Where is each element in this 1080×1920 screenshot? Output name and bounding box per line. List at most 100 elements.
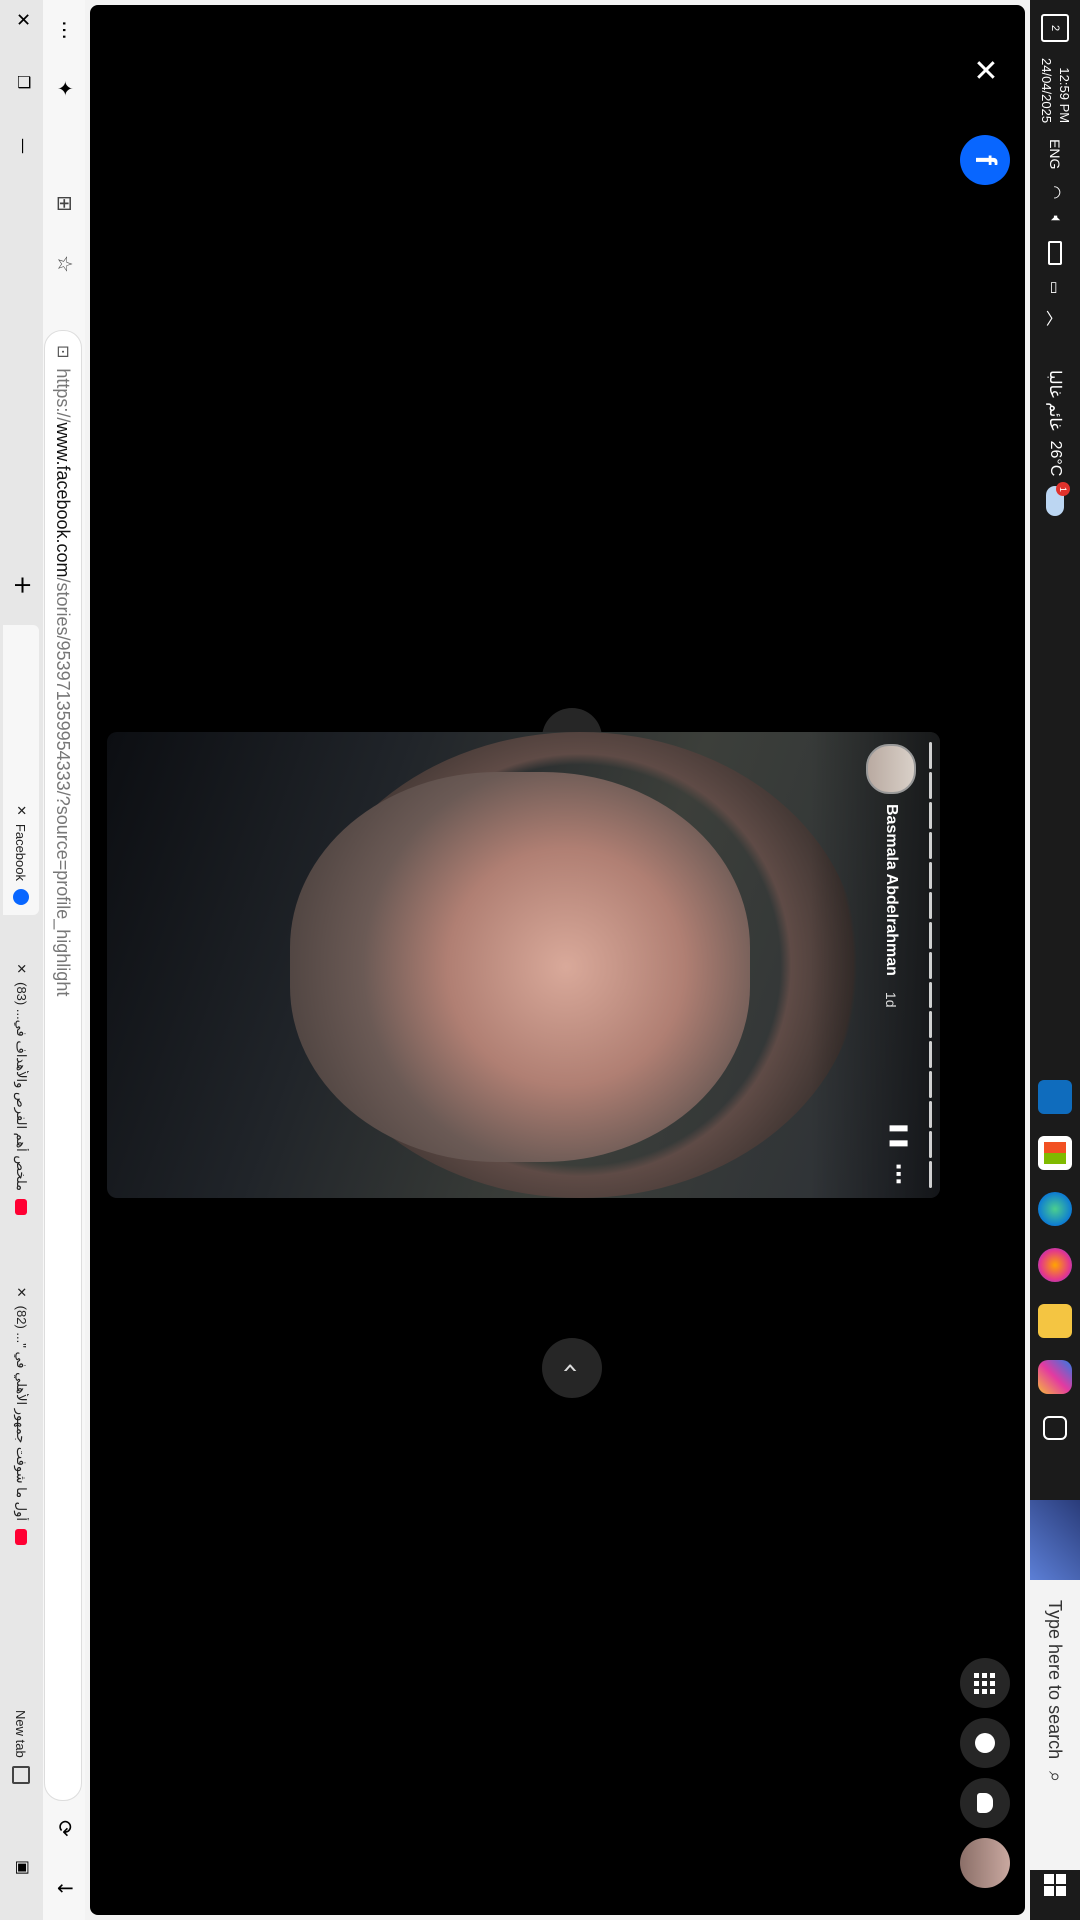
weather-temperature: 26°C — [1047, 440, 1064, 477]
progress-segment — [929, 861, 932, 889]
wifi-icon[interactable]: ◠ — [1045, 185, 1065, 199]
favorites-icon[interactable]: ☆ — [53, 255, 77, 273]
store-app-icon[interactable] — [1038, 1136, 1072, 1170]
window-restore-icon[interactable]: ❐ — [14, 75, 33, 89]
progress-segment — [929, 1131, 932, 1159]
tab-facebook[interactable]: Facebook ✕ — [3, 625, 39, 915]
facebook-f-icon: f — [969, 155, 1002, 165]
grid-icon — [974, 1672, 996, 1694]
weather-alert-badge: 1 — [1056, 482, 1070, 497]
pinned-apps — [1030, 1080, 1080, 1440]
bell-icon — [977, 1793, 993, 1813]
tab-label: أول ما شوفت جمهور الأهلي في "... (82) — [14, 1305, 29, 1521]
chevron-up-icon[interactable]: ︿ — [1043, 310, 1067, 326]
widgets-icon[interactable] — [1030, 1500, 1080, 1580]
close-icon: ✕ — [967, 57, 1003, 83]
facebook-favicon-icon — [13, 889, 29, 905]
story-controls: ❚❚ ⋯ — [885, 1121, 910, 1186]
speaker-icon[interactable]: 🔈︎ — [1046, 215, 1064, 225]
weather-widget[interactable]: غائم غالبا 26°C 1 — [1038, 370, 1072, 517]
language-indicator[interactable]: ENG — [1047, 139, 1063, 169]
url-path: /stories/953971359954333/?source=profile… — [53, 577, 74, 997]
facebook-story-viewer: f ✕ ‹ › — [90, 5, 1025, 1915]
pause-icon[interactable]: ❚❚ — [885, 1121, 910, 1151]
progress-segment — [929, 891, 932, 919]
tab-youtube-82[interactable]: أول ما شوفت جمهور الأهلي في "... (82) ✕ — [3, 1215, 39, 1555]
media-player-app-icon[interactable] — [1038, 1248, 1072, 1282]
previous-story-button[interactable]: ‹ — [542, 1338, 602, 1398]
refresh-icon[interactable]: ⟳ — [53, 1820, 77, 1837]
settings-more-icon[interactable]: ⋯ — [53, 20, 77, 40]
progress-segment — [929, 1041, 932, 1069]
story-card[interactable]: Basmala Abdelrahman 1d ❚❚ ⋯ — [107, 732, 940, 1198]
more-options-icon[interactable]: ⋯ — [885, 1163, 910, 1186]
progress-segment — [929, 1101, 932, 1129]
messenger-button[interactable] — [960, 1718, 1010, 1768]
progress-segment — [929, 951, 932, 979]
story-author-avatar[interactable] — [866, 744, 916, 794]
extensions-icon[interactable]: ✦ — [53, 80, 77, 97]
taskbar-search[interactable]: Type here to search ⌕ — [1030, 1580, 1080, 1870]
clock[interactable]: 12:59 PM 24/04/2025 — [1037, 58, 1073, 123]
tab-label: ملخص أهم الفرص والأهداف في... (83) — [14, 982, 29, 1191]
download-icon[interactable]: ↓ — [53, 1880, 77, 1897]
site-info-icon[interactable]: ⊡ — [53, 345, 73, 358]
progress-segment — [929, 981, 932, 1009]
edge-app-icon[interactable] — [1038, 1192, 1072, 1226]
notifications-button[interactable] — [960, 1778, 1010, 1828]
story-timestamp: 1d — [883, 991, 899, 1008]
battery-icon[interactable] — [1048, 241, 1062, 265]
close-tab-icon[interactable]: ✕ — [13, 805, 29, 816]
url-text: https://www.facebook.com/stories/9539713… — [53, 368, 74, 996]
windows-logo-icon — [1044, 1874, 1066, 1896]
youtube-favicon-icon — [15, 1199, 27, 1215]
screen: 2 12:59 PM 24/04/2025 ENG ◠ 🔈︎ ▭ ︿ غائم … — [0, 0, 1080, 1920]
youtube-favicon-icon — [15, 1529, 27, 1545]
close-story-button[interactable]: ✕ — [960, 45, 1010, 95]
profile-avatar-button[interactable] — [960, 1838, 1010, 1888]
url-host: www.facebook.com — [53, 422, 74, 578]
copilot-app-icon[interactable] — [1038, 1360, 1072, 1394]
tab-label: Facebook — [13, 823, 29, 881]
chevron-left-icon: ‹ — [555, 1362, 589, 1374]
cloud-icon: 1 — [1046, 482, 1070, 517]
messenger-icon — [975, 1733, 995, 1753]
progress-segment — [929, 1071, 932, 1099]
tab-actions-icon[interactable]: ▣ — [14, 1860, 33, 1875]
story-author-name[interactable]: Basmala Abdelrahman — [882, 804, 900, 976]
progress-segment — [929, 1161, 932, 1189]
progress-segment — [929, 1011, 932, 1039]
facebook-logo[interactable]: f — [960, 135, 1010, 185]
close-tab-icon[interactable]: ✕ — [13, 1287, 29, 1298]
tab-new-tab[interactable]: New tab — [3, 1700, 39, 1850]
weather-condition: غائم غالبا — [1046, 370, 1063, 431]
collections-icon[interactable]: ⊞ — [53, 195, 77, 212]
url-scheme: https:// — [53, 368, 74, 423]
menu-button[interactable] — [960, 1658, 1010, 1708]
progress-segment — [929, 831, 932, 859]
story-progress-bar — [929, 742, 932, 1189]
notification-icon[interactable]: 2 — [1041, 14, 1069, 42]
window-minimize-icon[interactable]: — — [14, 138, 33, 154]
outlook-app-icon[interactable] — [1038, 1080, 1072, 1114]
story-photo-person — [290, 772, 750, 1162]
task-view-icon[interactable] — [1043, 1416, 1067, 1440]
new-tab-button[interactable]: + — [9, 575, 37, 595]
tab-strip: ✕ ❐ — + Facebook ✕ ملخص أهم الفرص والأهد… — [0, 0, 43, 1920]
progress-segment — [929, 742, 932, 769]
progress-segment — [929, 921, 932, 949]
address-bar[interactable]: ⊡ https://www.facebook.com/stories/95397… — [44, 330, 82, 1801]
search-icon: ⌕ — [1044, 1771, 1067, 1783]
tab-youtube-83[interactable]: ملخص أهم الفرص والأهداف في... (83) ✕ — [3, 915, 39, 1225]
progress-segment — [929, 801, 932, 829]
story-header: Basmala Abdelrahman 1d — [866, 744, 916, 1008]
file-explorer-app-icon[interactable] — [1038, 1304, 1072, 1338]
search-placeholder: Type here to search — [1045, 1600, 1066, 1760]
start-button[interactable] — [1030, 1850, 1080, 1920]
meet-now-icon[interactable]: ▭ — [1047, 281, 1064, 294]
clock-date: 24/04/2025 — [1039, 58, 1054, 124]
system-tray: 2 12:59 PM 24/04/2025 ENG ◠ 🔈︎ ▭ ︿ — [1030, 0, 1080, 326]
window-close-icon[interactable]: ✕ — [12, 12, 33, 27]
close-tab-icon[interactable]: ✕ — [13, 963, 29, 974]
tab-label: New tab — [13, 1710, 29, 1758]
